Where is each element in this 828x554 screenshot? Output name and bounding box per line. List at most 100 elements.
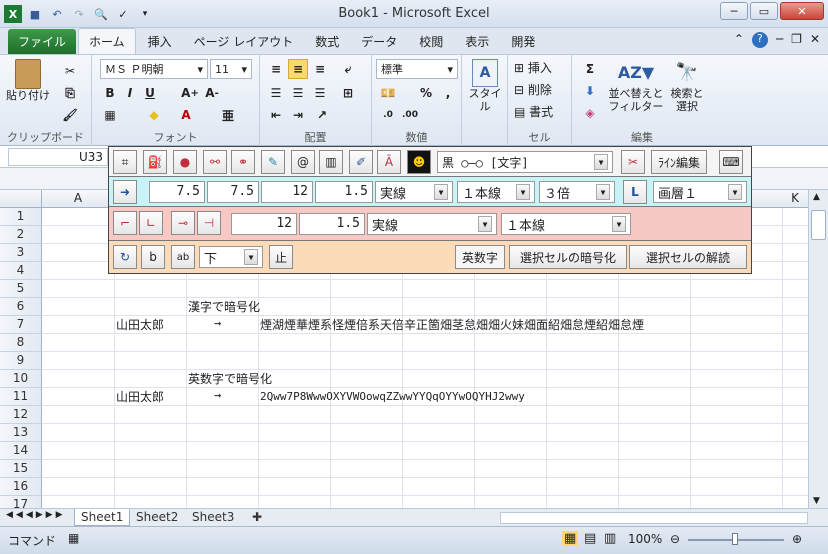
tab-home[interactable]: ホーム bbox=[78, 28, 136, 54]
column-header-k[interactable]: K bbox=[782, 191, 808, 205]
tab-page-layout[interactable]: ページ レイアウト bbox=[184, 29, 304, 54]
select-r2-layer[interactable]: 画層１ ▼ bbox=[653, 181, 747, 203]
italic-icon[interactable]: I bbox=[120, 83, 140, 103]
page-break-view-icon[interactable]: ▥ bbox=[604, 531, 616, 546]
row-header[interactable]: 4 bbox=[0, 262, 42, 280]
align-left-icon[interactable]: ☰ bbox=[266, 83, 286, 103]
paste-button[interactable]: 貼り付け bbox=[6, 59, 50, 102]
tool-colors-icon[interactable]: ● bbox=[173, 150, 197, 174]
autosum-icon[interactable]: Σ bbox=[580, 59, 600, 79]
font-color-icon[interactable]: A bbox=[176, 105, 196, 125]
line-edit-button[interactable]: ﾗｲﾝ編集 bbox=[651, 150, 708, 174]
page-layout-view-icon[interactable]: ▤ bbox=[584, 531, 596, 546]
tool-scissors-icon[interactable]: ✂ bbox=[621, 150, 645, 174]
select-r3-style[interactable]: 実線 ▼ bbox=[367, 213, 497, 235]
tool-rotate-icon[interactable]: ↻ bbox=[113, 245, 137, 269]
tool-palette-icon[interactable]: ☻ bbox=[407, 150, 431, 174]
orientation-icon[interactable]: ↗ bbox=[312, 105, 332, 125]
shrink-font-icon[interactable]: A- bbox=[202, 83, 222, 103]
row-header[interactable]: 5 bbox=[0, 280, 42, 298]
macro-record-icon[interactable]: ▦ bbox=[68, 531, 79, 545]
zoom-level[interactable]: 100% bbox=[628, 532, 662, 546]
close-button[interactable]: ✕ bbox=[780, 2, 824, 20]
underline-icon[interactable]: U bbox=[140, 83, 160, 103]
tab-review[interactable]: 校閲 bbox=[409, 29, 453, 54]
tool-pin-icon[interactable]: ⊸ bbox=[171, 211, 195, 235]
select-r2-style[interactable]: 実線 ▼ bbox=[375, 181, 453, 203]
sheet-tab-1[interactable]: Sheet1 bbox=[74, 509, 131, 526]
wrap-text-icon[interactable]: ⤶ bbox=[338, 59, 358, 79]
format-painter-icon[interactable]: 🖌 bbox=[60, 105, 80, 125]
input-r3-v1[interactable]: 12 bbox=[231, 213, 297, 235]
select-r2-mult[interactable]: ３倍 ▼ bbox=[539, 181, 615, 203]
tool-link-icon[interactable]: ⚭ bbox=[231, 150, 255, 174]
tool-curve-icon[interactable]: ⌐ bbox=[113, 211, 137, 235]
tool-keyboard-icon[interactable]: ⌨ bbox=[719, 150, 743, 174]
decrease-decimal-icon[interactable]: .00 bbox=[400, 105, 420, 125]
tool-end-icon[interactable]: ⊣ bbox=[197, 211, 221, 235]
tab-formulas[interactable]: 数式 bbox=[305, 29, 349, 54]
scroll-thumb[interactable] bbox=[811, 210, 826, 240]
cut-icon[interactable]: ✂ bbox=[60, 61, 80, 81]
tab-data[interactable]: データ bbox=[351, 29, 407, 54]
number-format-select[interactable]: 標準 ▾ bbox=[376, 59, 458, 79]
sheet-tab-2[interactable]: Sheet2 bbox=[130, 509, 184, 526]
select-all-corner[interactable] bbox=[0, 190, 42, 207]
format-cells-button[interactable]: ▤ 書式 bbox=[514, 103, 553, 120]
vertical-scrollbar[interactable]: ▲ ▼ bbox=[808, 190, 828, 508]
increase-decimal-icon[interactable]: .0 bbox=[378, 105, 398, 125]
tool-angle-icon[interactable]: ∟ bbox=[139, 211, 163, 235]
insert-cells-button[interactable]: ⊞ 挿入 bbox=[514, 59, 552, 76]
clear-icon[interactable]: ◈ bbox=[580, 103, 600, 123]
tool-b-icon[interactable]: b bbox=[141, 245, 165, 269]
tab-view[interactable]: 表示 bbox=[455, 29, 499, 54]
tool-l-button[interactable]: L bbox=[623, 180, 647, 204]
row-header[interactable]: 16 bbox=[0, 478, 42, 496]
sheet-tab-3[interactable]: Sheet3 bbox=[186, 509, 240, 526]
merge-center-icon[interactable]: ⊞ bbox=[338, 83, 358, 103]
font-name-select[interactable]: ＭＳ Ｐ明朝 ▾ bbox=[100, 59, 208, 79]
input-r2-v3[interactable]: 12 bbox=[261, 181, 313, 203]
border-icon[interactable]: ▦ bbox=[100, 105, 120, 125]
tab-insert[interactable]: 挿入 bbox=[138, 29, 182, 54]
input-r2-v1[interactable]: 7.5 bbox=[149, 181, 205, 203]
tab-file[interactable]: ファイル bbox=[8, 29, 77, 54]
zoom-in-icon[interactable]: ⊕ bbox=[792, 532, 802, 546]
column-header-a[interactable]: A bbox=[42, 191, 114, 205]
select-r3-lines[interactable]: １本線 ▼ bbox=[501, 213, 631, 235]
encrypt-selection-button[interactable]: 選択セルの暗号化 bbox=[509, 245, 627, 269]
sheet-nav-icon[interactable]: ◀◀◀▶▶▶ bbox=[6, 510, 66, 520]
name-box[interactable]: U33 bbox=[8, 148, 108, 166]
doc-restore-icon[interactable]: ❐ bbox=[791, 32, 802, 48]
zoom-slider-thumb[interactable] bbox=[732, 533, 738, 545]
doc-minimize-icon[interactable]: ─ bbox=[776, 32, 783, 48]
row-header[interactable]: 6 bbox=[0, 298, 42, 316]
comma-icon[interactable]: , bbox=[438, 83, 458, 103]
row-header[interactable]: 13 bbox=[0, 424, 42, 442]
select-r2-lines[interactable]: １本線 ▼ bbox=[457, 181, 535, 203]
row-header[interactable]: 9 bbox=[0, 352, 42, 370]
row-header[interactable]: 7 bbox=[0, 316, 42, 334]
tool-ab-icon[interactable]: ab bbox=[171, 245, 195, 269]
normal-view-icon[interactable]: ▦ bbox=[562, 531, 579, 546]
currency-icon[interactable]: 💴 bbox=[378, 83, 398, 103]
increase-indent-icon[interactable]: ⇥ bbox=[288, 105, 308, 125]
scroll-down-icon[interactable]: ▼ bbox=[813, 496, 820, 506]
align-middle-icon[interactable]: ≡ bbox=[288, 59, 308, 79]
row-header[interactable]: 1 bbox=[0, 208, 42, 226]
color-style-combo[interactable]: 黒 ○―○ [文字] ▼ bbox=[437, 151, 613, 173]
align-top-icon[interactable]: ≡ bbox=[266, 59, 286, 79]
phonetic-icon[interactable]: 亜 bbox=[218, 105, 238, 125]
bold-icon[interactable]: B bbox=[100, 83, 120, 103]
fill-icon[interactable]: ⬇ bbox=[580, 81, 600, 101]
decrypt-selection-button[interactable]: 選択セルの解読 bbox=[629, 245, 747, 269]
tool-connect-icon[interactable]: ⚯ bbox=[203, 150, 227, 174]
tool-at-icon[interactable]: @ bbox=[291, 150, 315, 174]
new-sheet-icon[interactable]: ✚ bbox=[246, 509, 268, 526]
scroll-up-icon[interactable]: ▲ bbox=[813, 192, 820, 202]
row-header[interactable]: 15 bbox=[0, 460, 42, 478]
input-r2-v4[interactable]: 1.5 bbox=[315, 181, 373, 203]
maximize-button[interactable]: ▭ bbox=[750, 2, 778, 20]
tool-pen-icon[interactable]: ✎ bbox=[261, 150, 285, 174]
input-r2-v2[interactable]: 7.5 bbox=[207, 181, 259, 203]
